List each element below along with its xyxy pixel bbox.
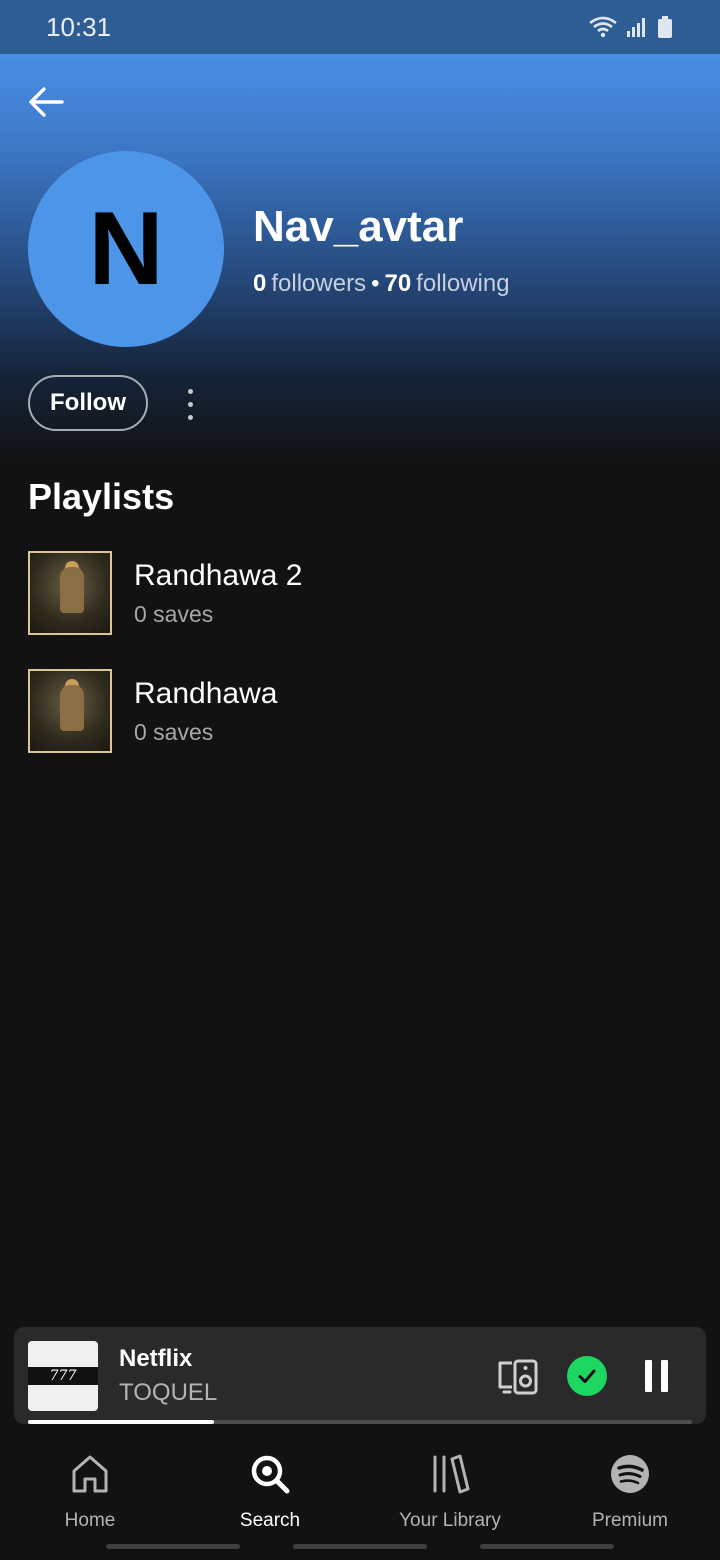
stats-separator: • [371,270,380,297]
nav-home[interactable]: Home [0,1452,180,1532]
nav-your-library[interactable]: Your Library [360,1452,540,1532]
now-playing-art: 777 [28,1341,98,1411]
liked-check-icon[interactable] [567,1356,607,1396]
nav-search[interactable]: Search [180,1452,360,1532]
more-options-icon[interactable] [176,384,204,424]
playback-progress-fill [28,1420,214,1424]
playlist-item[interactable]: Randhawa 2 0 saves [28,550,688,636]
avatar: N [28,151,224,347]
status-time: 10:31 [46,11,112,42]
playback-progress-bar[interactable] [28,1420,692,1424]
wifi-icon [589,16,617,38]
profile-header: N Nav_avtar 0 followers • 70 following F… [0,54,720,464]
home-icon [72,1455,108,1493]
playlist-title: Randhawa [134,676,278,710]
mini-player[interactable]: 777 Netflix TOQUEL [14,1327,706,1424]
search-icon [251,1455,290,1494]
bottom-nav: Home Search Your Library Premium [0,1432,720,1560]
library-icon [433,1454,470,1494]
status-icons [588,15,674,39]
status-bar: 10:31 [0,0,720,54]
avatar-initial: N [88,190,164,307]
nav-label: Search [239,1510,301,1531]
followers-label[interactable]: followers [271,270,366,298]
spotify-icon [611,1455,649,1493]
pause-icon[interactable] [642,1359,672,1393]
following-count: 70 [384,270,412,297]
now-playing-art-text: 777 [28,1367,98,1385]
nav-label: Premium [591,1510,668,1531]
nav-label: Home [64,1510,116,1531]
battery-icon [658,16,672,38]
back-arrow-icon[interactable] [26,82,66,122]
playlist-item[interactable]: Randhawa 0 saves [28,668,688,754]
now-playing-artist: TOQUEL [119,1379,218,1406]
following-label[interactable]: following [416,270,509,298]
nav-label: Your Library [399,1510,501,1531]
playlist-cover [28,669,112,753]
playlist-cover [28,551,112,635]
playlist-title: Randhawa 2 [134,558,303,592]
nav-premium[interactable]: Premium [540,1452,720,1532]
followers-count: 0 [253,270,267,297]
connect-device-icon[interactable] [496,1355,540,1399]
follow-button[interactable]: Follow [28,375,148,431]
playlist-subtitle: 0 saves [134,600,214,627]
playlist-subtitle: 0 saves [134,718,214,745]
system-gesture-bar [0,1542,720,1550]
profile-name: Nav_avtar [253,202,464,251]
now-playing-title: Netflix [119,1345,193,1372]
section-title-playlists: Playlists [28,476,175,517]
profile-stats: 0 followers • 70 following [253,270,510,298]
signal-icon [627,18,645,37]
